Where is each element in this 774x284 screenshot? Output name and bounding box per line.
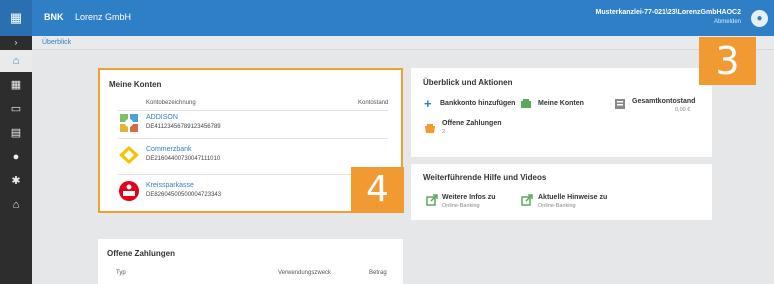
add-bank-account-button[interactable]: Bankkonto hinzufügen <box>440 100 515 107</box>
balance-icon[interactable] <box>614 98 626 110</box>
app-grid-icon[interactable]: ▦ <box>0 0 32 36</box>
card-title: Weiterführende Hilfe und Videos <box>423 173 547 182</box>
open-payments-button[interactable]: Offene Zahlungen <box>442 120 502 127</box>
account-name-addison[interactable]: ADDISON <box>146 114 178 121</box>
my-accounts-button[interactable]: Meine Konten <box>538 100 584 107</box>
divider <box>118 174 388 175</box>
column-purpose: Verwendungszweck <box>278 270 332 276</box>
account-name-commerzbank[interactable]: Commerzbank <box>146 146 192 153</box>
callout-number: 3 <box>699 37 756 85</box>
money-icon[interactable]: ▦ <box>0 74 32 96</box>
column-account-name: Kontobezeichnung <box>146 100 196 106</box>
current-notes-link[interactable]: Aktuelle Hinweise zu <box>538 194 607 201</box>
calculator-icon[interactable]: ▤ <box>0 122 32 144</box>
gear-icon[interactable]: ✱ <box>0 170 32 192</box>
link-subtitle: Online-Banking <box>442 203 480 209</box>
commerzbank-logo-icon <box>119 146 139 164</box>
account-name-kreissparkasse[interactable]: Kreissparkasse <box>146 182 194 189</box>
open-payments-icon[interactable] <box>424 122 436 134</box>
home-icon[interactable]: ⌂ <box>0 50 32 72</box>
chevron-right-icon[interactable]: › <box>0 36 32 50</box>
sidebar: ⌂ ▦ ▭ ▤ ● ✱ ⌂ <box>0 50 32 284</box>
link-subtitle: Online-Banking <box>538 203 576 209</box>
more-info-link[interactable]: Weitere Infos zu <box>442 194 496 201</box>
card-title: Überblick und Aktionen <box>423 78 513 87</box>
card-title: Meine Konten <box>109 80 162 89</box>
account-iban: DE82604500500004723343 <box>146 192 222 198</box>
card-title: Offene Zahlungen <box>107 249 175 258</box>
open-payments-card: Offene Zahlungen Typ Verwendungszweck Be… <box>98 239 403 284</box>
divider <box>118 138 388 139</box>
divider <box>118 110 388 111</box>
overview-actions-card: Überblick und Aktionen + Bankkonto hinzu… <box>411 68 712 157</box>
logout-link[interactable]: Abmelden <box>714 19 741 25</box>
column-amount: Betrag <box>369 270 387 276</box>
external-link-icon[interactable] <box>521 194 533 206</box>
total-balance-button[interactable]: Gesamtkontostand <box>632 98 695 105</box>
account-iban: DE21604400730047111010 <box>146 156 221 162</box>
breadcrumb[interactable]: Überblick <box>42 39 71 46</box>
accounts-icon[interactable] <box>520 98 532 110</box>
column-type: Typ <box>116 270 126 276</box>
external-link-icon[interactable] <box>426 194 438 206</box>
addison-logo-icon <box>118 112 140 134</box>
top-bar: ▦ BNK Lorenz GmbH Musterkanzlei-77-021\2… <box>0 0 774 36</box>
total-balance-value: 0,00 € <box>675 107 691 113</box>
help-videos-card: Weiterführende Hilfe und Videos Weitere … <box>411 164 712 220</box>
sparkasse-logo-icon <box>119 181 139 201</box>
user-avatar-icon[interactable]: ● <box>751 10 768 27</box>
account-iban: DE41123456789123456789 <box>146 124 221 130</box>
callout-number: 4 <box>351 167 404 213</box>
brand-label[interactable]: BNK <box>44 12 64 22</box>
column-balance: Kontostand <box>358 100 389 106</box>
account-path: Musterkanzlei-77-021\23\LorenzGmbHAOC2 <box>595 9 742 16</box>
company-name[interactable]: Lorenz GmbH <box>75 12 131 22</box>
breadcrumb-bar: › Überblick <box>0 36 774 50</box>
plus-icon[interactable]: + <box>424 97 436 110</box>
user-icon[interactable]: ● <box>0 146 32 168</box>
inbox-icon[interactable]: ▭ <box>0 98 32 120</box>
open-payments-count: 2 <box>442 129 446 135</box>
bank-icon[interactable]: ⌂ <box>0 194 32 216</box>
